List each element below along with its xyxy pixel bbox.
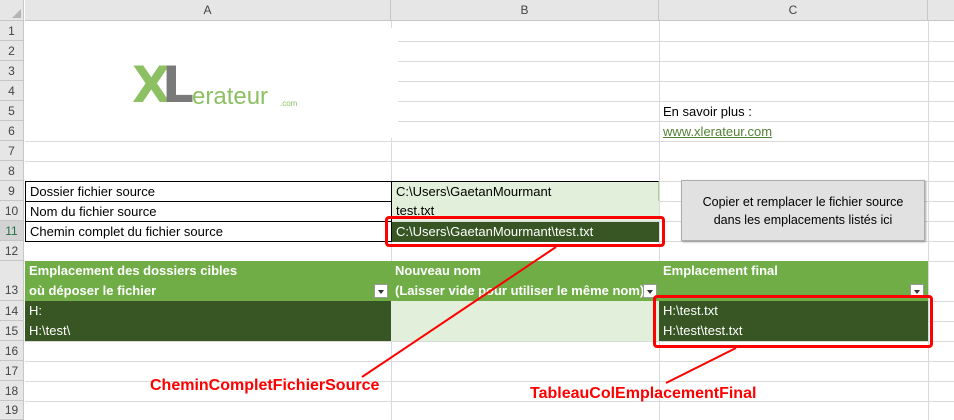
annotation-arrows [361, 246, 737, 384]
arrow-line-tableau [665, 347, 737, 384]
arrow-line-chemin [361, 246, 557, 378]
annotation-tableau: TableauColEmplacementFinal [530, 385, 757, 402]
annotation-chemin: CheminCompletFichierSource [150, 377, 380, 394]
